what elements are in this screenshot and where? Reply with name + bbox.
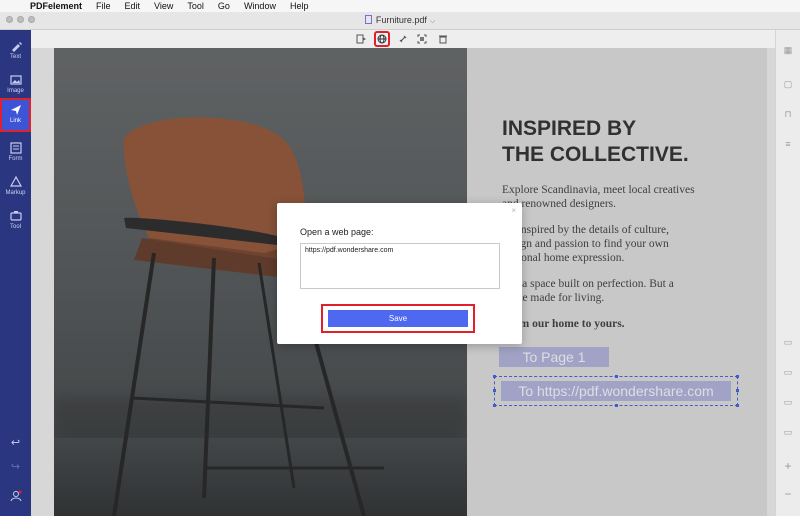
window-title-text: Furniture.pdf (375, 15, 427, 25)
url-input[interactable]: https://pdf.wondershare.com (300, 243, 500, 289)
select-area-icon[interactable] (416, 33, 428, 45)
sidebar-item-form[interactable]: Form (0, 136, 31, 170)
markup-icon (9, 176, 22, 187)
account-icon[interactable] (0, 490, 31, 505)
dialog-label: Open a web page: (300, 227, 374, 237)
menu-go[interactable]: Go (218, 1, 230, 11)
link-to-page-icon[interactable] (355, 33, 367, 45)
convert-icon[interactable]: ▭ (782, 366, 794, 378)
sidebar-item-label: Markup (5, 190, 26, 196)
title-bar: Furniture.pdf ⌵ (0, 12, 800, 30)
link-to-web-icon[interactable] (374, 31, 390, 47)
link-arrow-icon (10, 105, 21, 115)
chevron-down-icon[interactable]: ⌵ (430, 18, 435, 25)
form-icon (9, 142, 22, 154)
image-icon (9, 75, 22, 85)
web-link-dialog: × Open a web page: https://pdf.wondersha… (277, 203, 522, 344)
bookmark-icon[interactable]: ⊓ (782, 108, 794, 120)
save-button[interactable]: Save (328, 310, 468, 327)
link-chain-icon[interactable] (397, 33, 409, 45)
trash-icon[interactable] (437, 33, 449, 45)
sidebar-item-link[interactable]: Link (0, 98, 31, 132)
user-icon (10, 490, 21, 502)
menu-app[interactable]: PDFelement (30, 1, 82, 11)
right-panel: ▦ ▢ ⊓ ≡ ▭ ▭ ▭ ▭ + − (775, 30, 800, 516)
sidebar-item-markup[interactable]: Markup (0, 170, 31, 204)
grid-icon[interactable]: ▦ (782, 44, 794, 56)
save-button-highlight: Save (321, 304, 475, 333)
link-toolbar (31, 30, 775, 48)
undo-icon[interactable]: ↩ (0, 436, 31, 449)
text-edit-icon (11, 42, 22, 52)
menu-bar: PDFelement File Edit View Tool Go Window… (0, 0, 800, 12)
close-icon[interactable]: × (511, 206, 516, 215)
menu-view[interactable]: View (154, 1, 173, 11)
redo-icon[interactable]: ↪ (0, 460, 31, 473)
menu-edit[interactable]: Edit (125, 1, 141, 11)
pdf-file-icon (364, 15, 372, 24)
file-icon[interactable]: ▭ (782, 396, 794, 408)
sidebar-item-tool[interactable]: Tool (0, 204, 31, 238)
sidebar-item-image[interactable]: Image (0, 68, 31, 102)
tool-icon (9, 211, 22, 221)
menu-help[interactable]: Help (290, 1, 309, 11)
zoom-in-icon[interactable]: + (782, 459, 794, 473)
left-sidebar: Text Image Link Form Markup Tool ↩ ↪ (0, 30, 31, 516)
page-icon[interactable]: ▢ (782, 78, 794, 90)
sidebar-item-label: Tool (9, 224, 21, 230)
sidebar-item-label: Link (9, 118, 21, 124)
menu-window[interactable]: Window (244, 1, 276, 11)
menu-tool[interactable]: Tool (187, 1, 204, 11)
sidebar-item-label: Form (8, 156, 23, 162)
sidebar-item-label: Image (7, 88, 24, 94)
list-icon[interactable]: ≡ (782, 138, 794, 150)
zoom-out-icon[interactable]: − (782, 487, 794, 501)
window-title[interactable]: Furniture.pdf ⌵ (0, 15, 800, 26)
image-page-icon[interactable]: ▭ (782, 426, 794, 438)
sidebar-item-label: Text (9, 54, 21, 60)
menu-file[interactable]: File (96, 1, 111, 11)
export-icon[interactable]: ▭ (782, 336, 794, 348)
sidebar-item-text[interactable]: Text (0, 34, 31, 68)
